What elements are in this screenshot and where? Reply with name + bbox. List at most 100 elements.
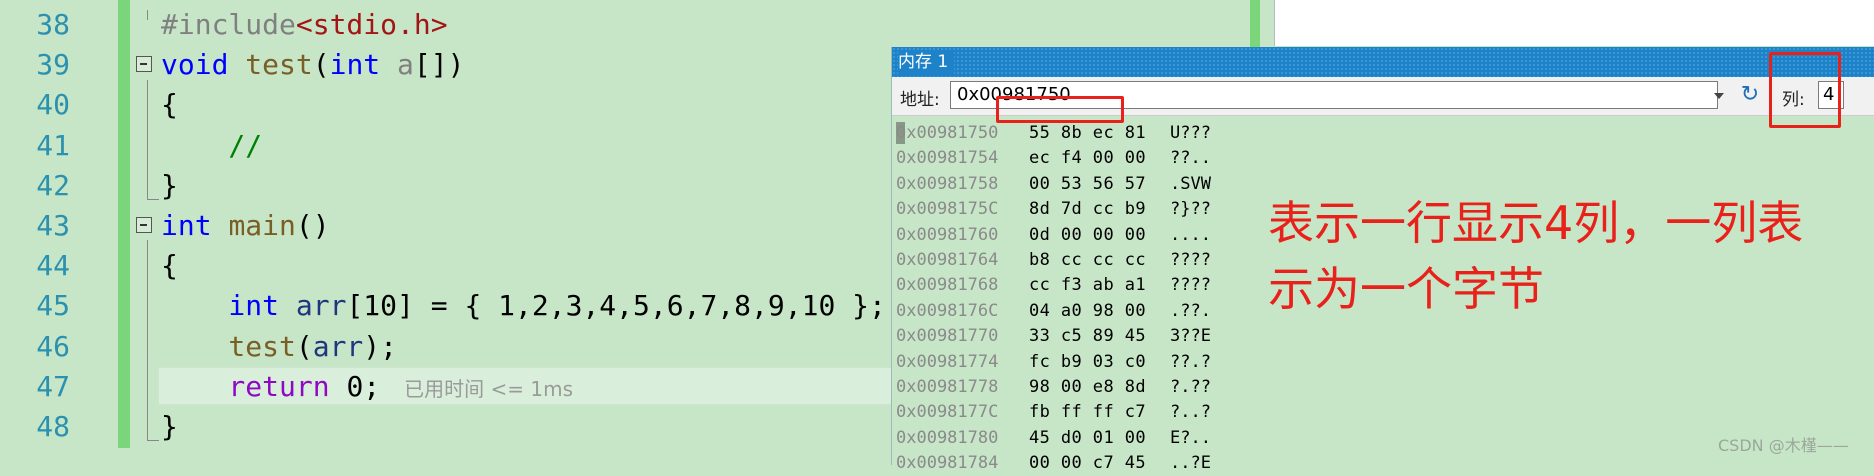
code-text: { — [161, 246, 178, 286]
code-line[interactable]: 40 { — [0, 85, 890, 125]
code-line[interactable]: 47 return 0; 已用时间 <= 1ms — [0, 367, 890, 407]
memory-bytes[interactable]: fc b9 03 c0 — [1029, 350, 1146, 375]
code-token: ( — [295, 329, 313, 363]
code-editor[interactable]: 38 #include<stdio.h> 39 void test(int a[]) 4… — [0, 0, 900, 465]
chevron-down-icon[interactable] — [1712, 83, 1726, 107]
memory-address: 0x00981760 — [896, 224, 999, 245]
code-token: // — [161, 128, 263, 162]
memory-ascii: .??. — [1170, 300, 1211, 321]
refresh-icon[interactable]: ↻ — [1737, 81, 1763, 109]
annotation-line-1: 表示一行显示4列，一列表 — [1268, 196, 1804, 250]
perf-tip: 已用时间 <= 1ms — [404, 376, 574, 401]
code-line[interactable]: 43 int main() — [0, 206, 890, 246]
memory-title-bar[interactable]: 内存 1 — [892, 47, 1874, 77]
memory-bytes[interactable]: b8 cc cc cc — [1029, 248, 1146, 273]
code-text: } — [161, 407, 178, 447]
memory-address: 0x00981780 — [896, 427, 999, 448]
memory-bytes[interactable]: cc f3 ab a1 — [1029, 273, 1146, 298]
line-number: 40 — [36, 88, 70, 122]
line-number: 43 — [36, 209, 70, 242]
code-text: test(arr); — [161, 327, 397, 367]
code-token: []) — [413, 48, 465, 82]
memory-bytes[interactable]: 00 53 56 57 — [1029, 172, 1146, 197]
collapse-icon[interactable] — [136, 217, 152, 233]
code-text: // — [161, 126, 262, 166]
memory-bytes[interactable]: 00 00 c7 45 — [1029, 451, 1146, 476]
memory-row[interactable]: 0x0098177C fb ff ff c7?..? — [896, 400, 1296, 425]
memory-address: 0x00981774 — [896, 351, 999, 372]
line-number: 41 — [36, 128, 70, 162]
memory-ascii: 3??E — [1170, 326, 1211, 347]
code-line[interactable]: 45 int arr[10] = { 1,2,3,4,5,6,7,8,9,10 … — [0, 286, 890, 326]
memory-bytes[interactable]: 55 8b ec 81 — [1029, 121, 1146, 146]
memory-ascii: .... — [1170, 224, 1211, 245]
memory-row[interactable]: 0x0098176C 04 a0 98 00.??. — [896, 299, 1296, 324]
memory-row[interactable]: 0x00981774 fc b9 03 c0??.? — [896, 350, 1296, 375]
memory-row[interactable]: 0x00981754 ec f4 00 00??.. — [896, 146, 1296, 171]
code-text: int arr[10] = { 1,2,3,4,5,6,7,8,9,10 }; — [161, 286, 886, 326]
memory-bytes[interactable]: ec f4 00 00 — [1029, 146, 1146, 171]
memory-row[interactable]: 0x00981764 b8 cc cc cc???? — [896, 248, 1296, 273]
code-token: () — [295, 209, 330, 242]
memory-bytes[interactable]: 04 a0 98 00 — [1029, 299, 1146, 324]
code-token: test — [161, 329, 296, 363]
memory-bytes[interactable]: 45 d0 01 00 — [1029, 426, 1146, 451]
code-token: int — [161, 289, 296, 323]
annotation-text: 表示一行显示4列，一列表 示为一个字节 — [1268, 190, 1848, 322]
code-line[interactable]: 42} — [0, 166, 890, 206]
memory-address: 0x00981768 — [896, 275, 999, 296]
code-line[interactable]: 39 void test(int a[]) — [0, 45, 890, 85]
code-token: } — [161, 410, 178, 443]
memory-row[interactable]: 0x00981780 45 d0 01 00 E?.. — [896, 426, 1296, 451]
memory-row[interactable]: 0x00981760 0d 00 00 00.... — [896, 223, 1296, 248]
memory-ascii: .SVW — [1170, 173, 1211, 194]
memory-address: 0x00981778 — [896, 376, 999, 397]
memory-row[interactable]: 0x00981768 cc f3 ab a1???? — [896, 273, 1296, 298]
watermark: CSDN @木槿—— — [1718, 436, 1849, 455]
annotation-box-columns — [1769, 52, 1841, 128]
memory-address: 0x0098175C — [896, 199, 999, 220]
memory-bytes[interactable]: 0d 00 00 00 — [1029, 223, 1146, 248]
memory-row[interactable]: 0x0098175C 8d 7d cc b9?}?? — [896, 197, 1296, 222]
code-text: return 0; 已用时间 <= 1ms — [161, 367, 573, 409]
memory-ascii: ???? — [1170, 249, 1211, 270]
code-token: test — [245, 48, 313, 82]
code-token: } — [161, 168, 178, 202]
memory-ascii: ..?E — [1170, 453, 1211, 474]
memory-bytes[interactable]: 8d 7d cc b9 — [1029, 197, 1146, 222]
memory-title: 内存 1 — [898, 50, 955, 74]
code-line[interactable]: 38 #include<stdio.h> — [0, 5, 890, 45]
memory-address: 0x00981764 — [896, 249, 999, 270]
code-token: arr — [312, 329, 364, 363]
memory-bytes[interactable]: fb ff ff c7 — [1029, 400, 1146, 425]
code-token: [10] = { 1,2,3,4,5,6,7,8,9,10 }; — [346, 289, 886, 323]
code-text: #include<stdio.h> — [161, 5, 448, 45]
code-token: int — [329, 48, 398, 82]
code-line[interactable]: 46 test(arr); — [0, 327, 890, 367]
memory-bytes[interactable]: 33 c5 89 45 — [1029, 324, 1146, 349]
code-token: 0; — [346, 369, 381, 403]
code-line[interactable]: 48} — [0, 407, 890, 447]
code-token: main — [228, 209, 296, 242]
memory-row[interactable]: 0x00981784 00 00 c7 45 ..?E — [896, 451, 1296, 476]
line-number: 46 — [36, 329, 70, 363]
code-token: int — [161, 209, 229, 242]
memory-address: 0x00981784 — [896, 453, 999, 474]
code-line[interactable]: 44 { — [0, 246, 890, 286]
address-label: 地址: — [900, 90, 940, 110]
memory-bytes[interactable]: 98 00 e8 8d — [1029, 375, 1146, 400]
line-number: 48 — [36, 410, 70, 443]
memory-row[interactable]: 0x00981750 55 8b ec 81 U??? — [896, 121, 1296, 146]
memory-row[interactable]: 0x00981770 33 c5 89 45 3??E — [896, 324, 1296, 349]
memory-row[interactable]: 0x00981758 00 53 56 57 .SVW — [896, 172, 1296, 197]
memory-ascii: U??? — [1170, 123, 1211, 143]
line-number: 39 — [36, 48, 70, 82]
collapse-icon[interactable] — [136, 56, 152, 73]
code-line[interactable]: 41 // — [0, 126, 890, 166]
memory-ascii: ???? — [1170, 275, 1211, 296]
memory-rows[interactable]: 0x00981750 55 8b ec 81 U??? 0x00981754 ec f4… — [896, 121, 1296, 476]
memory-row[interactable]: 0x00981778 98 00 e8 8d?.?? — [896, 375, 1296, 400]
code-text: { — [161, 85, 178, 125]
code-token: { — [161, 88, 178, 122]
side-panel — [1274, 0, 1874, 46]
